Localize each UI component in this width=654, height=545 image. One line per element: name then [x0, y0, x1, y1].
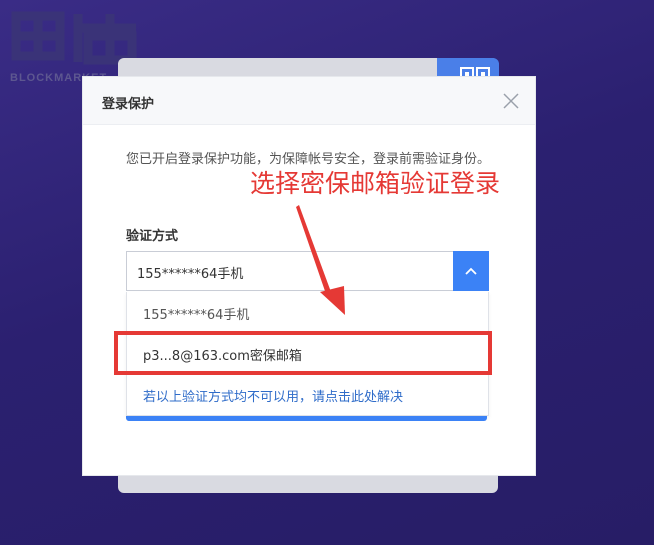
annotation-highlight-box	[114, 331, 492, 375]
select-current-value: 155******64手机	[137, 267, 244, 282]
dialog-title: 登录保护	[102, 97, 155, 112]
verification-method-select[interactable]: 155******64手机	[126, 251, 489, 291]
dialog-header: 登录保护	[83, 77, 535, 125]
submit-button-edge[interactable]	[126, 416, 487, 421]
login-protection-dialog: 登录保护 您已开启登录保护功能，为保障帐号安全，登录前需验证身份。 验证方式 1…	[82, 76, 536, 476]
close-icon	[503, 93, 519, 109]
option-help-link[interactable]: 若以上验证方式均不可以用，请点击此处解决	[143, 386, 403, 405]
verification-method-label: 验证方式	[126, 229, 179, 244]
annotation-text: 选择密保邮箱验证登录	[250, 169, 501, 198]
chevron-up-icon	[465, 267, 477, 275]
option-phone[interactable]: 155******64手机	[143, 304, 249, 323]
close-button[interactable]	[501, 91, 521, 111]
select-toggle-button[interactable]	[453, 251, 489, 291]
